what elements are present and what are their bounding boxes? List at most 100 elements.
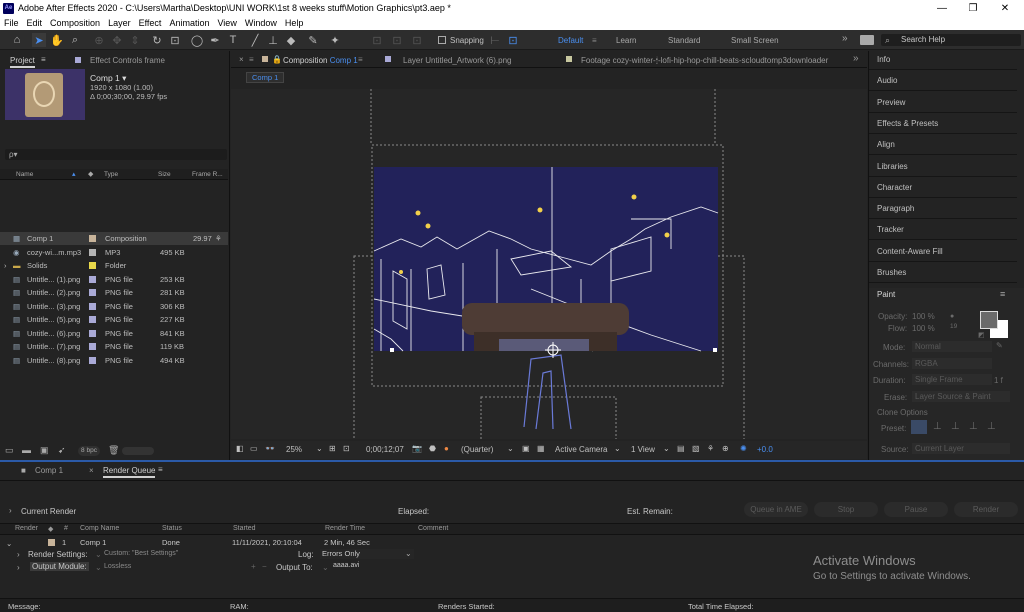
project-item-label-swatch[interactable] [89, 289, 96, 296]
output-module-value[interactable]: Lossless [104, 563, 131, 570]
col-frame-rate[interactable]: Frame R... [192, 171, 223, 178]
project-item-row[interactable]: ▦ Comp 1 Composition 29.97 ⚘ [0, 232, 228, 245]
duration-dropdown[interactable]: Single Frame [912, 374, 992, 385]
workspace-menu-icon[interactable]: ≡ [592, 36, 597, 45]
exposure-reset-icon[interactable]: ✺ [740, 444, 747, 453]
flowchart-icon[interactable]: ⚘ [215, 234, 222, 243]
trash-icon[interactable]: 🗑 [108, 445, 119, 456]
minimize-button[interactable]: — [927, 0, 957, 16]
job-label-swatch[interactable] [48, 539, 55, 546]
project-item-row[interactable]: ▤ Untitle... (7).png PNG file 119 KB [0, 340, 228, 353]
comp-navigator-pill[interactable]: Comp 1 [246, 72, 285, 83]
render-job-row[interactable]: ⌄ 1 Comp 1 Done 11/11/2021, 20:10:04 2 M… [0, 537, 1024, 549]
folder-expand-chevron-icon[interactable]: › [4, 261, 7, 270]
zoom-dropdown[interactable]: 25% [286, 445, 302, 454]
project-item-label-swatch[interactable] [89, 356, 96, 364]
view-layout-dropdown[interactable]: 1 View [631, 445, 655, 454]
ellipse-tool-icon[interactable]: ◯ [190, 33, 204, 47]
menu-animation[interactable]: Animation [165, 18, 213, 28]
safe-zones-icon[interactable]: ⊞ [329, 444, 336, 453]
panel-item-character[interactable]: Character [877, 183, 912, 192]
current-render-expand-icon[interactable]: › [9, 506, 12, 515]
paint-panel-menu-icon[interactable]: ≡ [1000, 289, 1005, 299]
col-comp-name[interactable]: Comp Name [80, 525, 119, 532]
brush-tip-icon[interactable]: ● [950, 313, 954, 320]
tab-menu-icon[interactable]: ≡ [249, 55, 254, 64]
workspace-standard[interactable]: Standard [668, 36, 700, 45]
puppet-tool-icon[interactable]: ✦ [328, 33, 342, 47]
render-flag-icon[interactable]: ➹ [58, 445, 66, 456]
remove-output-icon[interactable]: − [262, 562, 267, 571]
snapshot-icon[interactable]: 📷 [412, 444, 422, 453]
resolution-dropdown[interactable]: (Quarter) [461, 445, 493, 454]
tab-footage[interactable]: Footage cozy-winter-🕯-lofi-hip-hop-chill… [581, 56, 828, 66]
panel-item-paragraph[interactable]: Paragraph [877, 204, 914, 213]
render-button[interactable]: Render [954, 502, 1018, 517]
snap-features-icon[interactable]: ⊡ [506, 33, 520, 47]
always-preview-icon[interactable]: ◧ [236, 444, 244, 453]
pause-button[interactable]: Pause [884, 502, 948, 517]
more-tabs-icon[interactable]: » [853, 53, 859, 64]
col-type[interactable]: Type [104, 171, 118, 178]
project-item-row[interactable]: ▤ Untitle... (6).png PNG file 841 KB [0, 327, 228, 340]
panel-item-content-aware-fill[interactable]: Content-Aware Fill [877, 247, 943, 256]
axis-world-icon[interactable]: ⊡ [390, 33, 404, 47]
stop-button[interactable]: Stop [814, 502, 878, 517]
menu-help[interactable]: Help [281, 18, 308, 28]
col-started[interactable]: Started [233, 525, 256, 532]
opacity-value[interactable]: 100 % [912, 312, 935, 321]
clone-preset-5-icon[interactable]: ⊥ [987, 421, 996, 432]
queue-in-ame-button[interactable]: Queue in AME [744, 502, 808, 517]
project-item-row[interactable]: ▤ Untitle... (1).png PNG file 253 KB [0, 273, 228, 286]
project-item-row[interactable]: ▤ Untitle... (5).png PNG file 227 KB [0, 313, 228, 326]
tab-render-queue[interactable]: Render Queue [103, 466, 156, 478]
show-snapshot-icon[interactable]: ⬣ [429, 444, 436, 453]
project-panel-menu-icon[interactable]: ≡ [41, 55, 46, 64]
clone-preset-4-icon[interactable]: ⊥ [969, 421, 978, 432]
source-dropdown[interactable]: Current Layer [912, 443, 1010, 454]
toggle-pixel-aspect-icon[interactable]: ▤ [677, 444, 685, 453]
flowchart-icon[interactable]: ⚘ [707, 444, 714, 453]
project-item-label-swatch[interactable] [89, 316, 96, 323]
project-item-label-swatch[interactable] [89, 343, 96, 350]
bpc-button[interactable]: 8 bpc [78, 446, 100, 456]
project-item-row[interactable]: ◉ cozy-wi...m.mp3 MP3 495 KB [0, 246, 228, 259]
channels-dropdown[interactable]: RGBA [912, 358, 992, 369]
tab-comp-1[interactable]: Comp 1 [35, 466, 63, 475]
swap-colors-icon[interactable]: ◩ [978, 331, 985, 339]
axis-local-icon[interactable]: ⊡ [370, 33, 384, 47]
dolly-tool-icon[interactable]: ⇕ [128, 33, 142, 47]
menu-layer[interactable]: Layer [104, 18, 135, 28]
panel-item-preview[interactable]: Preview [877, 98, 905, 107]
render-settings-expand-icon[interactable]: › [17, 550, 20, 559]
menu-composition[interactable]: Composition [46, 18, 104, 28]
close-render-tab-icon[interactable]: × [89, 466, 94, 475]
selection-tool-icon[interactable]: ➤ [32, 33, 46, 47]
paint-panel-title[interactable]: Paint [877, 290, 895, 299]
orbit-tool-icon[interactable]: ⊕ [92, 33, 106, 47]
hand-tool-icon[interactable]: ✋ [50, 33, 64, 47]
col-number[interactable]: # [64, 525, 68, 532]
composition-tab-menu-icon[interactable]: ≡ [358, 55, 363, 64]
tab-composition[interactable]: Composition Comp 1 [283, 56, 358, 65]
col-label-icon[interactable]: ◆ [48, 525, 53, 533]
clone-preset-1-icon[interactable] [911, 420, 927, 434]
add-output-icon[interactable]: + [251, 562, 256, 571]
workspace-small-screen[interactable]: Small Screen [731, 36, 779, 45]
panel-item-effects-presets[interactable]: Effects & Presets [877, 119, 938, 128]
close-button[interactable]: ✕ [990, 0, 1020, 16]
tab-layer[interactable]: Layer Untitled_Artwork (6).png [403, 56, 512, 65]
panel-item-align[interactable]: Align [877, 140, 895, 149]
project-item-row[interactable]: ▤ Untitle... (2).png PNG file 281 KB [0, 286, 228, 299]
duration-frames[interactable]: 1 f [994, 376, 1003, 385]
project-item-row[interactable]: ▤ Untitle... (8).png PNG file 494 KB [0, 354, 228, 367]
menu-file[interactable]: File [0, 18, 23, 28]
new-comp-icon[interactable]: ▣ [40, 445, 49, 456]
close-tab-icon[interactable]: × [239, 55, 244, 64]
region-of-interest-icon[interactable]: ▣ [522, 444, 530, 453]
foreground-color-swatch[interactable] [980, 311, 998, 329]
interpret-footage-icon[interactable]: ▭ [5, 445, 14, 456]
render-settings-chevron-icon[interactable]: ⌄ [95, 550, 102, 559]
log-dropdown[interactable]: Errors Only [320, 549, 414, 559]
project-item-label-swatch[interactable] [89, 275, 96, 283]
